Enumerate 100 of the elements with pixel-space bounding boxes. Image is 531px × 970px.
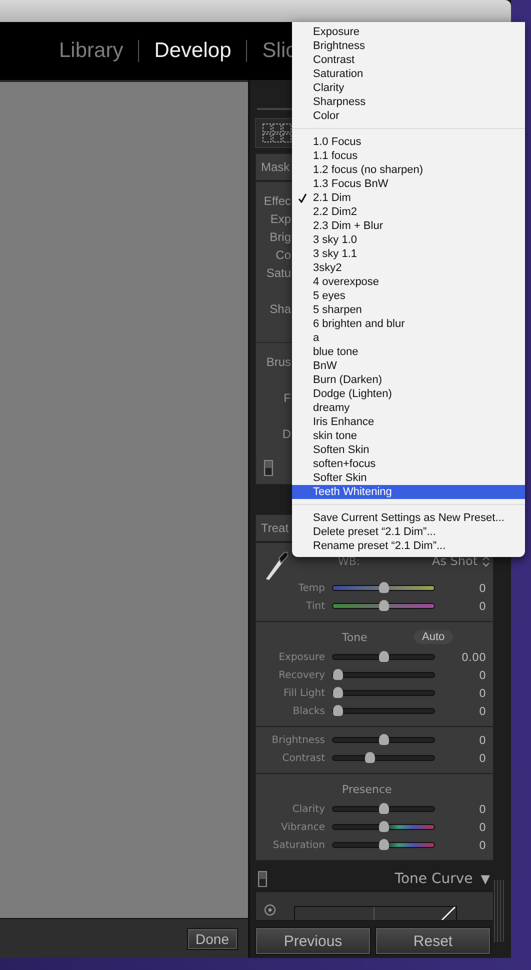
- slider-label: Contrast: [281, 752, 326, 764]
- menu-item[interactable]: 2.1 Dim: [292, 191, 525, 205]
- slider-thumb[interactable]: [378, 600, 388, 611]
- setting-label: Satu: [266, 266, 291, 280]
- menu-item[interactable]: 2.3 Dim + Blur: [292, 219, 525, 233]
- menu-item[interactable]: Clarity: [292, 81, 525, 95]
- done-button[interactable]: Done: [186, 928, 238, 950]
- menu-item[interactable]: 2.2 Dim2: [292, 205, 525, 219]
- menu-item[interactable]: 3 sky 1.0: [292, 233, 525, 247]
- menu-item[interactable]: Sharpness: [292, 95, 525, 109]
- slider-label: Exposure: [278, 652, 326, 662]
- section-title: Presence: [342, 782, 392, 796]
- switch-icon[interactable]: [264, 460, 273, 476]
- slider-track[interactable]: [333, 734, 434, 746]
- slider-label: Fill Light: [282, 688, 326, 698]
- slider-thumb[interactable]: [333, 687, 343, 698]
- menu-item[interactable]: 5 eyes: [292, 289, 525, 303]
- panel-title: Mask: [261, 160, 290, 174]
- section-title: Tone: [342, 630, 368, 644]
- panel-title: Treat: [261, 521, 289, 535]
- menu-item[interactable]: blue tone: [292, 345, 525, 359]
- slider-track[interactable]: [333, 705, 434, 717]
- slider-thumb[interactable]: [333, 669, 343, 680]
- slider-value: 0: [478, 600, 486, 612]
- slider-thumb[interactable]: [378, 734, 388, 745]
- menu-item[interactable]: skin tone: [292, 429, 525, 443]
- menu-item[interactable]: 6 brighten and blur: [292, 317, 525, 331]
- panel-button[interactable]: Previous: [255, 927, 371, 955]
- menu-item[interactable]: Color: [292, 109, 525, 123]
- menu-item[interactable]: Softer Skin: [292, 471, 525, 485]
- auto-button[interactable]: Auto: [414, 630, 453, 644]
- menu-item[interactable]: 1.2 focus (no sharpen): [292, 163, 525, 177]
- stepper-icon: [482, 556, 490, 566]
- section-label: Brus: [266, 355, 291, 369]
- menu-item[interactable]: Delete preset “2.1 Dim”...: [292, 525, 525, 539]
- menu-item[interactable]: Exposure: [292, 25, 525, 39]
- slider-value: 0: [478, 686, 486, 700]
- setting-label: F: [284, 391, 291, 405]
- slider-track[interactable]: [333, 669, 434, 681]
- menu-item[interactable]: Brightness: [292, 39, 525, 53]
- scrollbar[interactable]: [494, 880, 504, 942]
- slider-thumb[interactable]: [378, 582, 388, 593]
- menu-item[interactable]: Contrast: [292, 53, 525, 67]
- menu-item[interactable]: a: [292, 331, 525, 345]
- slider-thumb[interactable]: [378, 651, 388, 662]
- slider-track[interactable]: [333, 600, 434, 612]
- slider-track[interactable]: [333, 821, 434, 833]
- switch-icon[interactable]: [258, 871, 267, 887]
- menu-item[interactable]: Soften Skin: [292, 443, 525, 457]
- target-icon[interactable]: [264, 904, 276, 916]
- slider-label: Blacks: [292, 706, 326, 716]
- slider-value: 0: [478, 582, 486, 594]
- slider-value: 0: [478, 820, 486, 834]
- setting-label: Exp: [270, 212, 291, 226]
- menu-item[interactable]: Teeth Whitening: [292, 485, 525, 499]
- slider-thumb[interactable]: [364, 752, 375, 763]
- menu-item[interactable]: Rename preset “2.1 Dim”...: [292, 539, 525, 553]
- grid-icon[interactable]: [262, 123, 292, 143]
- menu-item[interactable]: Saturation: [292, 67, 525, 81]
- module-tab[interactable]: Library: [59, 39, 124, 63]
- menu-item[interactable]: soften+focus: [292, 457, 525, 471]
- setting-label: D: [282, 427, 291, 441]
- slider-thumb[interactable]: [333, 705, 343, 716]
- menu-item[interactable]: Dodge (Lighten): [292, 387, 525, 401]
- menu-item[interactable]: Burn (Darken): [292, 373, 525, 387]
- menu-item[interactable]: BnW: [292, 359, 525, 373]
- slider-value: 0: [478, 838, 486, 852]
- slider-track[interactable]: [333, 839, 434, 851]
- slider-track[interactable]: [333, 803, 434, 815]
- menu-item[interactable]: Iris Enhance: [292, 415, 525, 429]
- slider-value: 0: [478, 734, 486, 746]
- slider-track[interactable]: [333, 752, 434, 764]
- slider-value: 0: [478, 704, 486, 718]
- slider-thumb[interactable]: [378, 839, 388, 850]
- menu-item[interactable]: 3sky2: [292, 261, 525, 275]
- slider-label: Brightness: [270, 734, 326, 746]
- menu-item[interactable]: 1.0 Focus: [292, 135, 525, 149]
- menu-item[interactable]: 4 overexpose: [292, 275, 525, 289]
- menu-item[interactable]: 3 sky 1.1: [292, 247, 525, 261]
- slider-value: 0: [478, 802, 486, 816]
- panel-button[interactable]: Reset: [375, 927, 491, 955]
- slider-thumb[interactable]: [378, 803, 388, 814]
- slider-thumb[interactable]: [378, 821, 388, 832]
- slider-label: Recovery: [278, 670, 326, 680]
- slider-track[interactable]: [333, 651, 434, 663]
- module-tab[interactable]: Develop: [154, 39, 232, 63]
- slider-label: Temp: [297, 582, 326, 594]
- collapse-toggle[interactable]: ▼: [480, 872, 490, 886]
- menu-item[interactable]: Save Current Settings as New Preset...: [292, 511, 525, 525]
- setting-label: Sha: [270, 302, 291, 316]
- slider-label: Saturation: [272, 840, 326, 850]
- menu-item[interactable]: 1.1 focus: [292, 149, 525, 163]
- slider-label: Vibrance: [280, 822, 326, 832]
- slider-track[interactable]: [333, 687, 434, 699]
- menu-item[interactable]: 5 sharpen: [292, 303, 525, 317]
- menu-item[interactable]: dreamy: [292, 401, 525, 415]
- menu-item[interactable]: 1.3 Focus BnW: [292, 177, 525, 191]
- setting-label: Effec: [264, 194, 291, 208]
- slider-track[interactable]: [333, 582, 434, 594]
- panel-title: Tone Curve: [394, 871, 473, 887]
